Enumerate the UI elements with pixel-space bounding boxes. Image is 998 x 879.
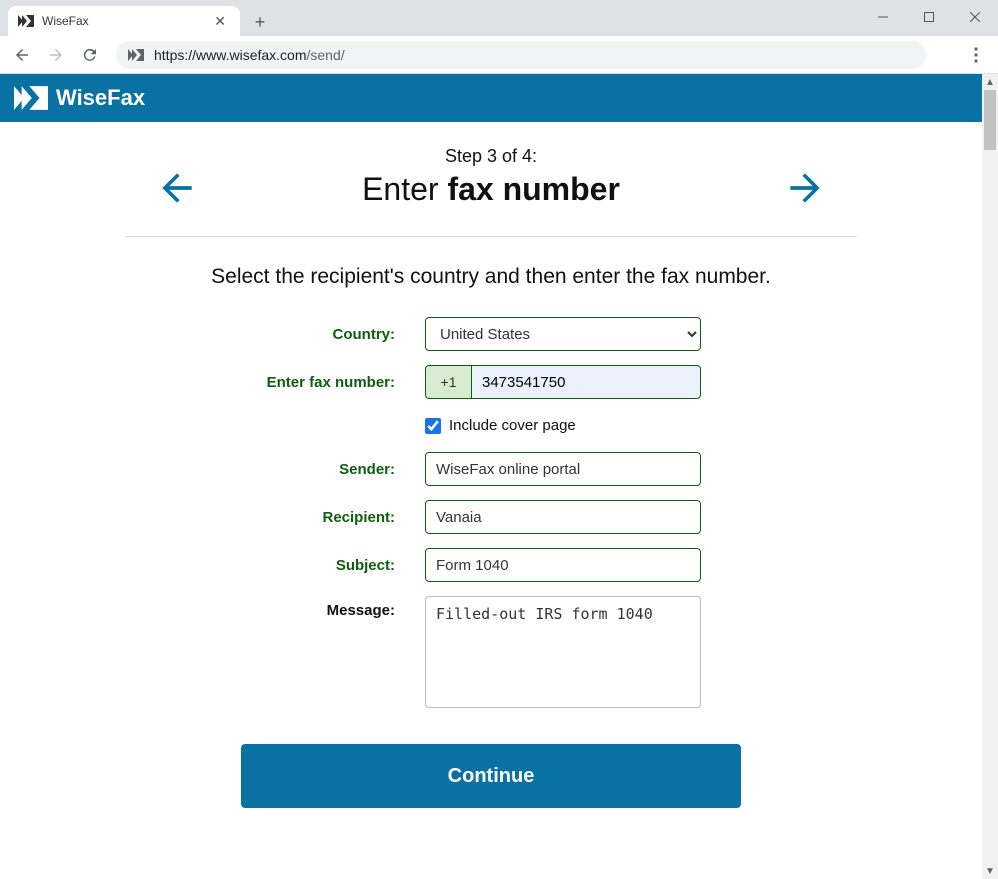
recipient-label: Recipient: xyxy=(125,509,425,526)
step-indicator: Step 3 of 4: xyxy=(125,146,857,167)
prev-step-button[interactable] xyxy=(155,166,199,215)
subject-input[interactable] xyxy=(425,548,701,582)
include-cover-checkbox[interactable] xyxy=(425,418,441,434)
fax-number-input[interactable] xyxy=(471,365,701,399)
page-viewport: WiseFax Step 3 of 4: Enter fax number Se… xyxy=(0,74,998,879)
country-select[interactable]: United States xyxy=(425,317,701,351)
browser-toolbar: https://www.wisefax.com/send/ xyxy=(0,36,998,74)
window-controls xyxy=(860,0,998,34)
site-header: WiseFax xyxy=(0,74,982,122)
instruction-text: Select the recipient's country and then … xyxy=(0,265,982,289)
country-label: Country: xyxy=(125,326,425,343)
window-maximize-button[interactable] xyxy=(906,0,952,34)
divider xyxy=(125,236,857,237)
reload-button[interactable] xyxy=(76,41,104,69)
country-code-prefix: +1 xyxy=(425,365,471,399)
sender-label: Sender: xyxy=(125,461,425,478)
tab-close-icon[interactable]: ✕ xyxy=(210,13,230,30)
browser-tab-bar: WiseFax ✕ + xyxy=(0,0,998,36)
site-brand-text: WiseFax xyxy=(56,85,145,111)
scroll-up-icon[interactable]: ▲ xyxy=(982,74,998,90)
fax-label: Enter fax number: xyxy=(125,374,425,391)
scroll-down-icon[interactable]: ▼ xyxy=(982,863,998,879)
fax-form: Country: United States Enter fax number:… xyxy=(125,317,857,808)
tab-title: WiseFax xyxy=(42,14,210,28)
url-path: /send/ xyxy=(307,47,345,63)
browser-tab[interactable]: WiseFax ✕ xyxy=(8,6,240,36)
address-bar[interactable]: https://www.wisefax.com/send/ xyxy=(116,41,926,69)
back-button[interactable] xyxy=(8,41,36,69)
tab-favicon-icon xyxy=(18,13,34,29)
wisefax-logo-icon xyxy=(14,86,48,110)
forward-button[interactable] xyxy=(42,41,70,69)
new-tab-button[interactable]: + xyxy=(246,8,274,36)
window-close-button[interactable] xyxy=(952,0,998,34)
site-logo[interactable]: WiseFax xyxy=(14,85,145,111)
recipient-input[interactable] xyxy=(425,500,701,534)
browser-menu-button[interactable] xyxy=(962,41,990,69)
page-title: Enter fax number xyxy=(125,171,857,208)
next-step-button[interactable] xyxy=(783,166,827,215)
sender-input[interactable] xyxy=(425,452,701,486)
window-minimize-button[interactable] xyxy=(860,0,906,34)
site-identity-icon xyxy=(128,49,144,61)
subject-label: Subject: xyxy=(125,557,425,574)
scrollbar-thumb[interactable] xyxy=(984,90,996,150)
include-cover-label: Include cover page xyxy=(449,417,576,434)
message-label: Message: xyxy=(125,596,425,619)
message-textarea[interactable] xyxy=(425,596,701,708)
continue-button[interactable]: Continue xyxy=(241,744,741,808)
url-host: https://www.wisefax.com xyxy=(154,47,307,63)
vertical-scrollbar[interactable]: ▲ ▼ xyxy=(982,74,998,879)
